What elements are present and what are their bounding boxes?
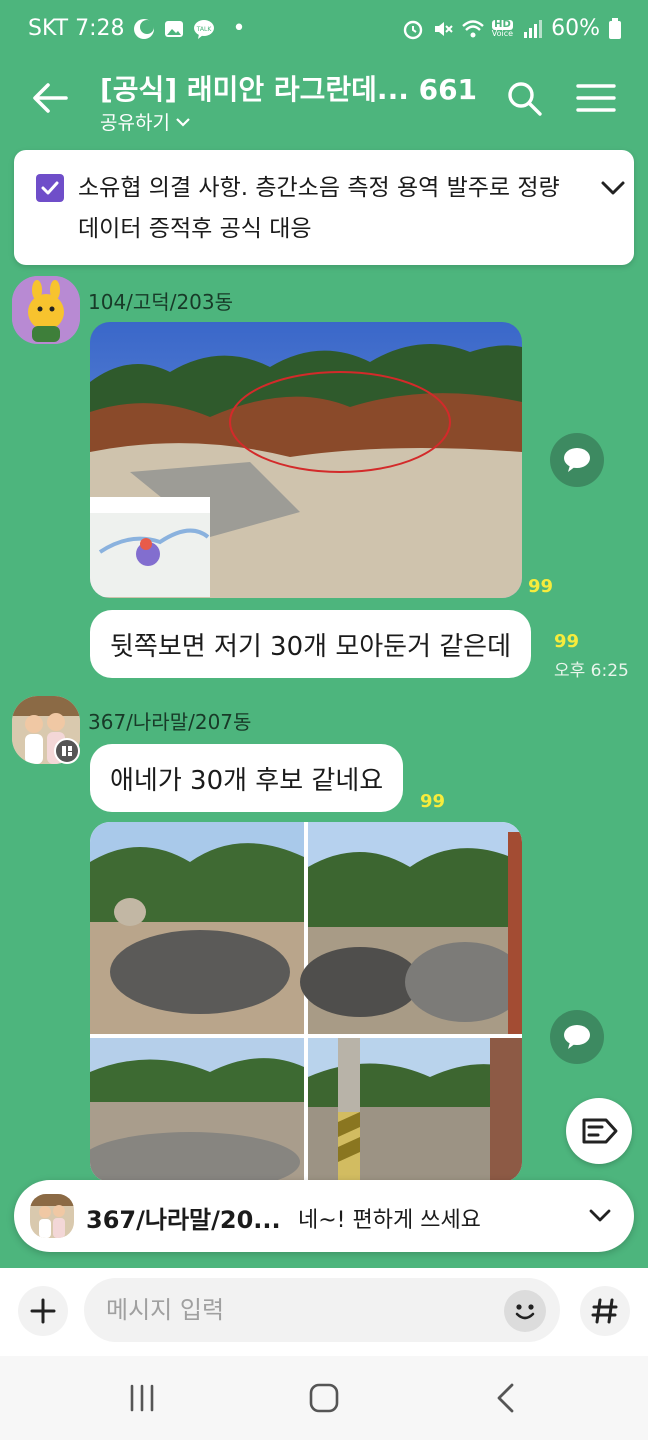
wifi-icon bbox=[461, 19, 484, 37]
hash-button[interactable] bbox=[580, 1286, 630, 1336]
rock-photo-1 bbox=[90, 822, 304, 1034]
landscape-photo bbox=[90, 322, 522, 598]
carrier-time: SKT 7:28 bbox=[28, 16, 125, 41]
photo-message-landscape[interactable] bbox=[90, 322, 522, 598]
back-arrow-icon[interactable] bbox=[26, 74, 74, 122]
battery-percent: 60% bbox=[551, 16, 600, 41]
tag-icon bbox=[582, 1118, 618, 1144]
moon-icon bbox=[133, 18, 154, 39]
system-nav-bar bbox=[0, 1356, 648, 1440]
rock-photo-4 bbox=[308, 1038, 522, 1182]
chevron-down-icon[interactable] bbox=[586, 1202, 614, 1230]
share-button-2[interactable] bbox=[550, 1010, 604, 1064]
rock-photo-3 bbox=[90, 1038, 304, 1182]
chevron-down-icon bbox=[176, 117, 190, 127]
search-icon[interactable] bbox=[504, 78, 544, 118]
kids-photo-avatar-image bbox=[30, 1194, 74, 1238]
plus-icon bbox=[30, 1298, 56, 1324]
text-message-bubble[interactable]: 뒷쪽보면 저기 30개 모아둔거 같은데 bbox=[90, 610, 532, 678]
signal-icon bbox=[524, 19, 543, 38]
preview-avatar bbox=[30, 1194, 74, 1238]
character-avatar-image bbox=[12, 276, 80, 344]
attach-button[interactable] bbox=[18, 1286, 68, 1336]
preview-text: 네~! 편하게 쓰세요 bbox=[298, 1208, 481, 1233]
message-input-bar bbox=[0, 1268, 648, 1356]
alarm-icon bbox=[403, 20, 422, 39]
voice-badge-text: Voice bbox=[491, 28, 514, 38]
share-label: 공유하기 bbox=[100, 112, 170, 134]
share-dropdown[interactable]: 공유하기 bbox=[100, 108, 192, 135]
preview-sender: 367/나라말/20... bbox=[86, 1206, 281, 1234]
rock-photo-2 bbox=[300, 822, 522, 1034]
unread-count: 99 bbox=[528, 576, 554, 597]
unread-count: 99 bbox=[420, 791, 446, 812]
message-time: 오후 6:25 bbox=[554, 661, 629, 681]
hd-voice-badge: HD Voice bbox=[491, 18, 514, 38]
talk-badge-text: TALK bbox=[195, 26, 212, 33]
status-dot: • bbox=[232, 16, 246, 41]
photo-grid-message[interactable] bbox=[90, 822, 522, 1182]
pinned-notice[interactable]: 소유협 의결 사항. 층간소음 측정 용역 발주로 정량 데이터 증적후 공식 … bbox=[14, 150, 634, 265]
recent-apps-icon[interactable] bbox=[122, 1380, 162, 1416]
text-message-bubble[interactable]: 애네가 30개 후보 같네요 bbox=[90, 744, 404, 812]
hd-badge-text: HD bbox=[492, 18, 513, 30]
message-text: 뒷쪽보면 저기 30개 모아둔거 같은데 bbox=[110, 631, 512, 662]
message-input[interactable] bbox=[84, 1278, 560, 1342]
speech-bubble-icon bbox=[564, 1025, 590, 1049]
status-right: HD Voice 60% bbox=[402, 16, 622, 41]
battery-icon bbox=[609, 17, 621, 39]
home-icon[interactable] bbox=[304, 1380, 344, 1416]
rock-photos-grid bbox=[90, 822, 522, 1182]
back-nav-icon[interactable] bbox=[486, 1380, 526, 1416]
talk-icon: TALK bbox=[193, 19, 214, 39]
message-text: 애네가 30개 후보 같네요 bbox=[110, 765, 384, 796]
status-bar: SKT 7:28 TALK • HD Voice 60% bbox=[0, 0, 648, 60]
status-left: SKT 7:28 TALK • bbox=[28, 16, 246, 41]
tag-button[interactable] bbox=[566, 1098, 632, 1164]
sender-name: 367/나라말/207동 bbox=[88, 710, 252, 734]
notice-expand-chevron-icon[interactable] bbox=[598, 174, 628, 202]
card-icon bbox=[62, 746, 72, 756]
smiley-icon bbox=[515, 1304, 535, 1320]
room-title[interactable]: [공식] 래미안 라그란데... 661 bbox=[100, 68, 477, 108]
share-button-1[interactable] bbox=[550, 433, 604, 487]
avatar-badge bbox=[54, 738, 80, 764]
latest-message-preview[interactable]: 367/나라말/20... 네~! 편하게 쓰세요 bbox=[14, 1180, 634, 1252]
speech-bubble-icon bbox=[564, 448, 590, 472]
mute-icon bbox=[434, 21, 453, 36]
hamburger-menu-icon[interactable] bbox=[574, 78, 618, 118]
notice-text: 소유협 의결 사항. 층간소음 측정 용역 발주로 정량 데이터 증적후 공식 … bbox=[78, 175, 560, 242]
chat-header: [공식] 래미안 라그란데... 661 공유하기 bbox=[0, 60, 648, 144]
avatar-sender-1[interactable] bbox=[12, 276, 80, 344]
checkbox-icon bbox=[36, 174, 64, 202]
sender-name: 104/고덕/203동 bbox=[88, 290, 234, 314]
gallery-icon bbox=[164, 20, 183, 37]
hash-icon bbox=[591, 1298, 618, 1324]
emoji-button[interactable] bbox=[504, 1290, 546, 1332]
unread-count: 99 bbox=[554, 631, 580, 652]
